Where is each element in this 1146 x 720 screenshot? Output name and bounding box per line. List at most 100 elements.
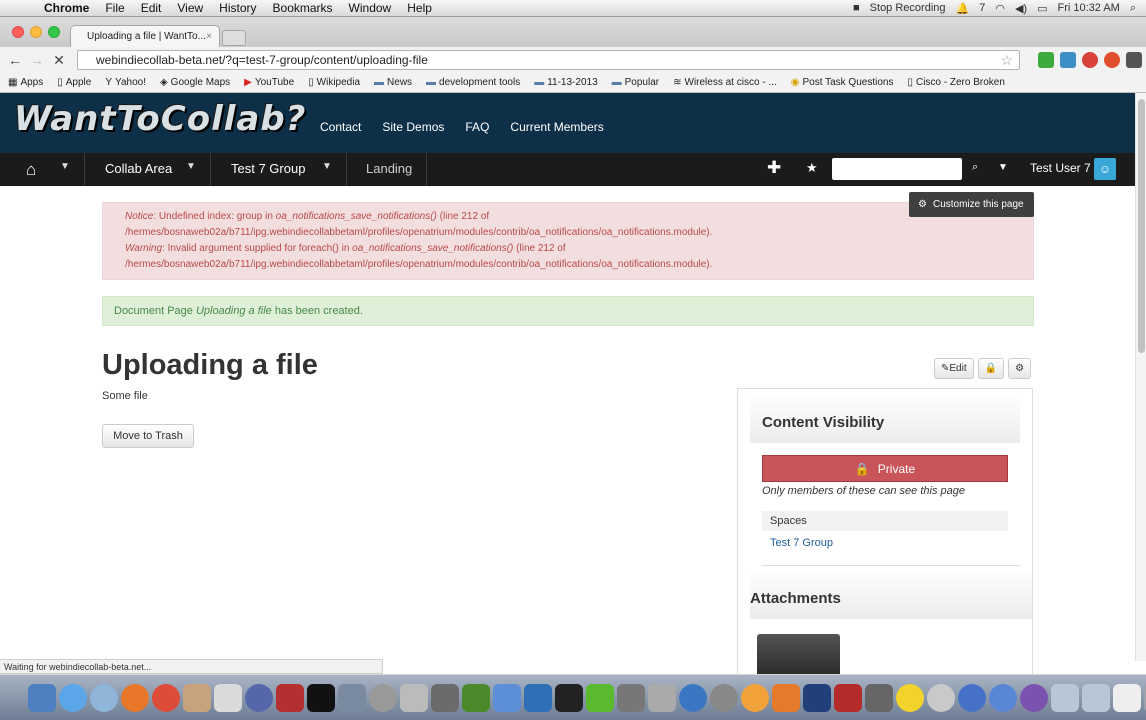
menu-bookmarks[interactable]: Bookmarks — [265, 1, 341, 15]
cyberduck-icon[interactable] — [896, 683, 924, 712]
bookmark-wikipedia[interactable]: ▯ Wikipedia — [308, 77, 360, 88]
search-icon[interactable]: ⌕ — [1130, 2, 1136, 15]
bookmark-cisco-zero-broken[interactable]: ▯ Cisco - Zero Broken — [907, 77, 1004, 88]
menu-edit[interactable]: Edit — [133, 1, 170, 15]
stop-icon[interactable]: ✕ — [48, 52, 70, 69]
app-icon[interactable] — [617, 683, 645, 712]
address-bar[interactable]: webindiecollab-beta.net/?q=test-7-group/… — [77, 50, 1020, 70]
gimp-icon[interactable] — [183, 683, 211, 712]
adblock-icon[interactable] — [1082, 52, 1098, 68]
folder-icon[interactable] — [1051, 683, 1079, 712]
network-icon[interactable] — [245, 683, 273, 712]
preview-icon[interactable] — [214, 683, 242, 712]
site-search-input[interactable] — [832, 158, 962, 180]
bookmark-yahoo[interactable]: Y Yahoo! — [105, 77, 146, 88]
itunes-icon[interactable] — [989, 683, 1017, 712]
bookmark-wireless-cisco[interactable]: ≋ Wireless at cisco - ... — [673, 77, 777, 88]
bookmark-apps[interactable]: ▦ Apps — [8, 77, 43, 88]
bookmark-apple[interactable]: ▯ Apple — [57, 77, 91, 88]
breadcrumb-collab-area[interactable]: Collab Area — [105, 161, 172, 176]
favorite-star-icon[interactable]: ★ — [806, 160, 818, 176]
nav-site-demos[interactable]: Site Demos — [382, 120, 444, 134]
back-icon[interactable]: ← — [4, 52, 26, 68]
volume-icon[interactable]: ◀) — [1015, 2, 1027, 15]
chrome-menu-icon[interactable] — [1126, 52, 1142, 68]
breadcrumb-landing[interactable]: Landing — [366, 161, 412, 176]
app-icon[interactable] — [524, 683, 552, 712]
app-icon[interactable] — [586, 683, 614, 712]
app-icon[interactable] — [1020, 683, 1048, 712]
app-icon[interactable] — [958, 683, 986, 712]
bookmark-popular[interactable]: ▬ Popular — [612, 77, 659, 88]
menu-view[interactable]: View — [169, 1, 211, 15]
bookmark-google-maps[interactable]: ◈ Google Maps — [160, 77, 230, 88]
private-button[interactable]: 🔒 Private — [762, 455, 1008, 482]
zoom-window-icon[interactable] — [48, 26, 60, 38]
chrome-icon[interactable] — [152, 683, 180, 712]
photoshop-icon[interactable] — [803, 683, 831, 712]
extension-arrow-icon[interactable] — [1038, 52, 1054, 68]
space-link-test-7-group[interactable]: Test 7 Group — [770, 537, 833, 549]
app-icon[interactable] — [493, 683, 521, 712]
chevron-down-icon[interactable]: ▼ — [186, 161, 196, 172]
add-content-icon[interactable]: ✚ — [767, 158, 781, 178]
chevron-down-icon[interactable]: ▼ — [322, 161, 332, 172]
breadcrumb-test-7-group[interactable]: Test 7 Group — [231, 161, 305, 176]
menu-help[interactable]: Help — [399, 1, 440, 15]
dreamweaver-icon[interactable] — [462, 683, 490, 712]
app-icon[interactable] — [865, 683, 893, 712]
badge-count[interactable]: 7 — [979, 2, 985, 14]
settings-button[interactable]: ⚙ — [1008, 358, 1032, 379]
chevron-down-icon[interactable]: ▼ — [998, 162, 1008, 173]
nav-contact[interactable]: Contact — [320, 120, 361, 134]
nav-faq[interactable]: FAQ — [465, 120, 489, 134]
bookmark-post-task-questions[interactable]: ◉ Post Task Questions — [791, 77, 894, 88]
bookmark-star-icon[interactable]: ☆ — [1000, 52, 1013, 69]
bell-icon[interactable]: 🔔 — [956, 2, 970, 15]
lock-button[interactable]: 🔒 — [977, 358, 1005, 379]
menu-history[interactable]: History — [211, 1, 264, 15]
customize-page-button[interactable]: ⚙ Customize this page — [909, 192, 1034, 217]
firefox-icon[interactable] — [121, 683, 149, 712]
app-icon[interactable] — [679, 683, 707, 712]
edit-button[interactable]: ✎ Edit — [934, 358, 974, 379]
menu-file[interactable]: File — [97, 1, 132, 15]
chevron-down-icon[interactable]: ▼ — [60, 161, 70, 172]
minimize-window-icon[interactable] — [30, 26, 42, 38]
user-avatar-icon[interactable]: ☺ — [1094, 158, 1116, 180]
app-icon[interactable] — [710, 683, 738, 712]
extension-swirl-icon[interactable] — [1060, 52, 1076, 68]
menu-app-name[interactable]: Chrome — [36, 1, 97, 15]
app-store-icon[interactable] — [59, 683, 87, 712]
app-icon[interactable] — [648, 683, 676, 712]
app-icon[interactable] — [276, 683, 304, 712]
finder-icon[interactable] — [28, 683, 56, 712]
bookmark-development-tools[interactable]: ▬ development tools — [426, 77, 520, 88]
app-icon[interactable] — [400, 683, 428, 712]
stop-recording-label[interactable]: Stop Recording — [870, 2, 946, 14]
search-icon[interactable]: ⌕ — [972, 161, 978, 174]
clock[interactable]: Fri 10:32 AM — [1057, 2, 1119, 14]
page-scrollbar[interactable] — [1135, 93, 1146, 661]
battery-icon[interactable]: ▭ — [1037, 2, 1047, 15]
home-icon[interactable]: ⌂ — [26, 160, 36, 180]
scrollbar-thumb[interactable] — [1138, 99, 1145, 353]
new-tab-button[interactable] — [222, 30, 246, 46]
bookmark-youtube[interactable]: ▶ YouTube — [244, 77, 294, 88]
close-window-icon[interactable] — [12, 26, 24, 38]
terminal-icon[interactable] — [307, 683, 335, 712]
app-icon[interactable] — [431, 683, 459, 712]
site-logo[interactable]: WantToCollab? — [14, 99, 305, 145]
wifi-icon[interactable]: ◠ — [995, 2, 1005, 15]
active-tab[interactable]: Uploading a file | WantTo... × — [70, 25, 220, 47]
document-icon[interactable] — [1113, 683, 1141, 712]
app-icon[interactable] — [772, 683, 800, 712]
safari-icon[interactable] — [90, 683, 118, 712]
app-icon[interactable] — [741, 683, 769, 712]
move-to-trash-button[interactable]: Move to Trash — [102, 424, 194, 448]
menu-window[interactable]: Window — [341, 1, 400, 15]
close-tab-icon[interactable]: × — [206, 31, 212, 42]
activity-monitor-icon[interactable] — [555, 683, 583, 712]
stop-recording-icon[interactable]: ■ — [853, 2, 860, 14]
app-icon[interactable] — [927, 683, 955, 712]
